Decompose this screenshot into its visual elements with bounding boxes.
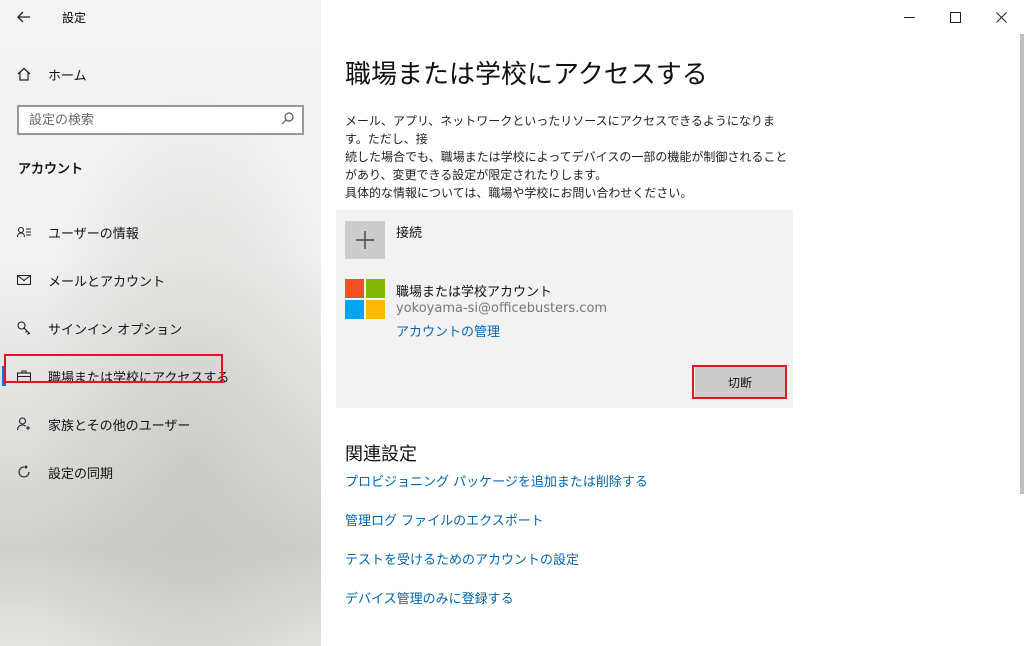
- maximize-button[interactable]: [932, 0, 978, 34]
- app-title: 設定: [62, 10, 87, 25]
- search-box[interactable]: [17, 105, 304, 135]
- nav-home[interactable]: ホーム: [0, 58, 321, 90]
- window-controls: [886, 0, 1024, 34]
- section-title: アカウント: [18, 162, 84, 177]
- sidebar-item-label: 設定の同期: [48, 466, 114, 482]
- link-provisioning-package[interactable]: プロビジョニング パッケージを追加または削除する: [345, 472, 648, 511]
- disconnect-button[interactable]: 切断: [695, 367, 785, 397]
- account-name: 職場または学校アカウント: [396, 285, 553, 300]
- maximize-icon: [949, 11, 961, 23]
- related-settings-title: 関連設定: [345, 444, 417, 465]
- scrollbar[interactable]: [1020, 34, 1024, 494]
- mail-icon: [0, 275, 48, 285]
- add-user-icon: [0, 417, 48, 431]
- sidebar-item-sync-settings[interactable]: 設定の同期: [0, 448, 321, 496]
- description-line: 具体的な情報については、職場や学校にお問い合わせください。: [345, 186, 693, 200]
- highlight-box: [4, 354, 223, 383]
- nav-home-label: ホーム: [48, 68, 87, 84]
- sidebar-item-signin-options[interactable]: サインイン オプション: [0, 304, 321, 352]
- main-content: 職場または学校にアクセスする メール、アプリ、ネットワークといったリソースにアク…: [321, 0, 1024, 646]
- arrow-left-icon: [17, 11, 30, 23]
- connect-label[interactable]: 接続: [396, 222, 422, 241]
- sidebar-item-user-info[interactable]: ユーザーの情報: [0, 208, 321, 256]
- description: メール、アプリ、ネットワークといったリソースにアクセスできるようになります。ただ…: [345, 112, 797, 202]
- account-email: yokoyama-si@officebusters.com: [396, 301, 608, 316]
- sidebar-item-label: メールとアカウント: [48, 274, 166, 290]
- sidebar-item-label: サインイン オプション: [48, 322, 183, 338]
- sidebar-item-label: ユーザーの情報: [48, 226, 139, 242]
- link-test-account[interactable]: テストを受けるためのアカウントの設定: [345, 550, 648, 589]
- minimize-button[interactable]: [886, 0, 932, 34]
- sidebar-item-mail-accounts[interactable]: メールとアカウント: [0, 256, 321, 304]
- search-icon[interactable]: [281, 111, 294, 129]
- connect-button[interactable]: [345, 221, 385, 259]
- microsoft-logo-icon: [345, 279, 385, 319]
- link-export-logs[interactable]: 管理ログ ファイルのエクスポート: [345, 511, 648, 550]
- related-settings-list: プロビジョニング パッケージを追加または削除する 管理ログ ファイルのエクスポー…: [345, 472, 648, 628]
- description-line: があり、変更できる設定が限定されたりします。: [345, 168, 608, 182]
- sidebar: 設定 ホーム アカウント ユーザーの情報 メールとアカウント: [0, 0, 321, 646]
- plus-icon: [356, 231, 374, 249]
- description-line: メール、アプリ、ネットワークといったリソースにアクセスできるようになります。ただ…: [345, 114, 775, 146]
- close-button[interactable]: [978, 0, 1024, 34]
- account-panel: 接続 職場または学校アカウント yokoyama-si@officebuster…: [336, 210, 793, 408]
- user-info-icon: [0, 226, 48, 238]
- close-icon: [995, 11, 1007, 23]
- page-title: 職場または学校にアクセスする: [345, 60, 708, 90]
- link-device-management[interactable]: デバイス管理のみに登録する: [345, 589, 648, 628]
- home-icon: [0, 67, 48, 81]
- sidebar-item-label: 家族とその他のユーザー: [48, 418, 191, 434]
- title-bar: 設定: [0, 0, 321, 34]
- back-button[interactable]: [0, 0, 48, 34]
- minimize-icon: [903, 16, 915, 18]
- description-line: 続した場合でも、職場または学校によってデバイスの一部の機能が制御されること: [345, 150, 788, 164]
- sidebar-item-family-users[interactable]: 家族とその他のユーザー: [0, 400, 321, 448]
- key-icon: [0, 321, 48, 335]
- manage-account-link[interactable]: アカウントの管理: [396, 321, 500, 340]
- search-input[interactable]: [29, 112, 269, 128]
- sync-icon: [0, 465, 48, 479]
- nav-list: ユーザーの情報 メールとアカウント サインイン オプション 職場または学校にアク…: [0, 208, 321, 496]
